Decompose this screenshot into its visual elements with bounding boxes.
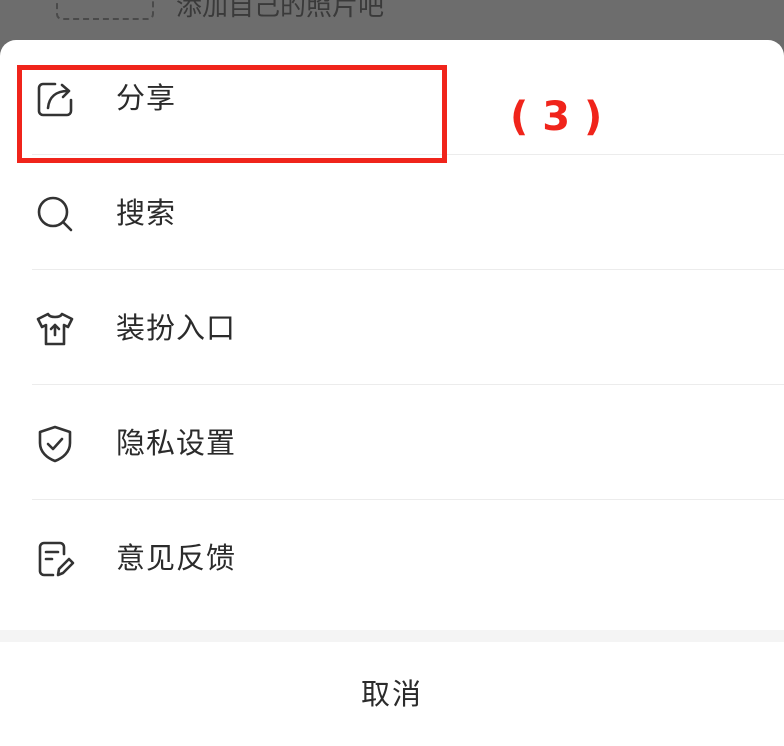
menu-item-label: 搜索 [116, 196, 177, 230]
feedback-edit-icon [34, 538, 76, 580]
menu-item-search[interactable]: 搜索 [0, 155, 784, 270]
photo-placeholder [56, 0, 154, 20]
menu-item-label: 隐私设置 [116, 426, 237, 460]
separator-band [0, 630, 784, 642]
tshirt-icon [34, 308, 76, 350]
shield-check-icon [34, 423, 76, 465]
menu-item-privacy[interactable]: 隐私设置 [0, 385, 784, 500]
screen: 添加自己的照片吧 分享 搜索 装扮入口 隐私设置 意见反馈 取消 (3) [0, 0, 784, 746]
menu-item-label: 装扮入口 [116, 311, 237, 345]
search-icon [34, 193, 76, 235]
background-content: 添加自己的照片吧 [0, 0, 784, 40]
step-annotation: ( 3 ) [510, 94, 603, 140]
background-hint-text: 添加自己的照片吧 [176, 0, 385, 22]
action-sheet: 分享 搜索 装扮入口 隐私设置 意见反馈 取消 (3) [0, 40, 784, 746]
cancel-button[interactable]: 取消 [0, 642, 784, 746]
menu-item-label: 意见反馈 [116, 541, 237, 575]
highlight-box [17, 65, 447, 163]
menu-item-dressup[interactable]: 装扮入口 [0, 270, 784, 385]
menu-item-feedback[interactable]: 意见反馈 [0, 500, 784, 615]
